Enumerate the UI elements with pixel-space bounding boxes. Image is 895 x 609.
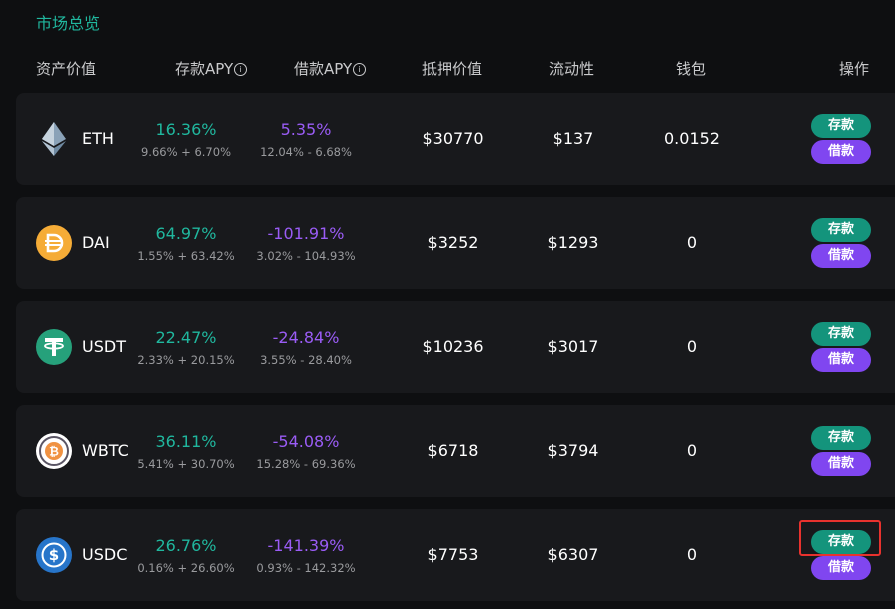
eth-icon (36, 121, 72, 157)
wallet-balance: 0 (686, 337, 698, 356)
table-row: ETH 16.36% 9.66% + 6.70% 5.35% 12.04% - … (16, 93, 895, 185)
table-row: DAI 64.97% 1.55% + 63.42% -101.91% 3.02%… (16, 197, 895, 289)
collateral-value: $7753 (427, 545, 479, 564)
deposit-button[interactable]: 存款 (811, 322, 871, 346)
borrow-apy-cell: 5.35% 12.04% - 6.68% (246, 120, 366, 160)
usdc-icon: $ (36, 537, 72, 573)
borrow-apy-value: -54.08% (272, 432, 340, 451)
asset-name: ETH (82, 129, 114, 148)
supply-apy-value: 16.36% (155, 120, 217, 139)
borrow-apy-detail: 3.02% - 104.93% (256, 249, 356, 263)
borrow-button[interactable]: 借款 (811, 556, 871, 580)
supply-apy-cell: 64.97% 1.55% + 63.42% (126, 224, 246, 264)
borrow-apy-value: 5.35% (280, 120, 332, 139)
svg-text:₿: ₿ (49, 445, 59, 459)
supply-apy-detail: 2.33% + 20.15% (137, 353, 235, 367)
wbtc-icon: ₿ (36, 433, 72, 469)
collateral-value: $30770 (422, 129, 484, 148)
header-wallet: 钱包 (676, 60, 707, 78)
wallet-balance: 0 (686, 233, 698, 252)
wallet-balance: 0 (686, 441, 698, 460)
highlight-box (799, 520, 881, 556)
table-row: $ USDC 26.76% 0.16% + 26.60% -141.39% 0.… (16, 509, 895, 601)
header-asset-value: 资产价值 (36, 60, 97, 78)
borrow-apy-detail: 0.93% - 142.32% (256, 561, 356, 575)
supply-apy-cell: 26.76% 0.16% + 26.60% (126, 536, 246, 576)
liquidity-value: $3794 (547, 441, 599, 460)
borrow-button[interactable]: 借款 (811, 244, 871, 268)
header-liquidity: 流动性 (549, 60, 595, 78)
supply-apy-value: 64.97% (155, 224, 217, 243)
borrow-apy-value: -24.84% (272, 328, 340, 347)
supply-apy-cell: 16.36% 9.66% + 6.70% (126, 120, 246, 160)
supply-apy-cell: 36.11% 5.41% + 30.70% (126, 432, 246, 472)
borrow-button[interactable]: 借款 (811, 140, 871, 164)
table-row: USDT 22.47% 2.33% + 20.15% -24.84% 3.55%… (16, 301, 895, 393)
supply-apy-value: 26.76% (155, 536, 217, 555)
borrow-button[interactable]: 借款 (811, 348, 871, 372)
asset-name: DAI (82, 233, 110, 252)
header-borrow-apy: 借款APY i (294, 58, 367, 79)
page-title: 市场总览 (36, 14, 101, 33)
liquidity-value: $1293 (547, 233, 599, 252)
usdt-icon (36, 329, 72, 365)
collateral-value: $6718 (427, 441, 479, 460)
info-icon[interactable]: i (234, 63, 248, 76)
borrow-apy-detail: 12.04% - 6.68% (260, 145, 352, 159)
borrow-apy-value: -101.91% (267, 224, 345, 243)
header-actions: 操作 (839, 60, 870, 78)
borrow-apy-detail: 15.28% - 69.36% (256, 457, 356, 471)
deposit-button[interactable]: 存款 (811, 218, 871, 242)
wallet-balance: 0.0152 (664, 129, 720, 148)
liquidity-value: $6307 (547, 545, 599, 564)
liquidity-value: $3017 (547, 337, 599, 356)
borrow-button[interactable]: 借款 (811, 452, 871, 476)
wallet-balance: 0 (686, 545, 698, 564)
header-collateral-value: 抵押价值 (422, 60, 483, 78)
table-header: 资产价值 存款APY i 借款APY i 抵押价值 流动性 钱包 操作 (0, 58, 895, 80)
asset-name: WBTC (82, 441, 129, 460)
borrow-apy-value: -141.39% (267, 536, 345, 555)
supply-apy-detail: 0.16% + 26.60% (137, 561, 235, 575)
supply-apy-detail: 9.66% + 6.70% (140, 145, 231, 159)
deposit-button[interactable]: 存款 (811, 114, 871, 138)
liquidity-value: $137 (552, 129, 594, 148)
borrow-apy-cell: -141.39% 0.93% - 142.32% (246, 536, 366, 576)
dai-icon (36, 225, 72, 261)
supply-apy-cell: 22.47% 2.33% + 20.15% (126, 328, 246, 368)
deposit-button[interactable]: 存款 (811, 426, 871, 450)
supply-apy-value: 22.47% (155, 328, 217, 347)
collateral-value: $10236 (422, 337, 484, 356)
collateral-value: $3252 (427, 233, 479, 252)
borrow-apy-cell: -54.08% 15.28% - 69.36% (246, 432, 366, 472)
table-row: ₿ WBTC 36.11% 5.41% + 30.70% -54.08% 15.… (16, 405, 895, 497)
supply-apy-value: 36.11% (155, 432, 217, 451)
asset-name: USDC (82, 545, 128, 564)
svg-text:$: $ (49, 546, 59, 564)
borrow-apy-detail: 3.55% - 28.40% (260, 353, 352, 367)
supply-apy-detail: 5.41% + 30.70% (137, 457, 235, 471)
info-icon[interactable]: i (353, 63, 367, 76)
supply-apy-detail: 1.55% + 63.42% (137, 249, 235, 263)
borrow-apy-cell: -24.84% 3.55% - 28.40% (246, 328, 366, 368)
borrow-apy-cell: -101.91% 3.02% - 104.93% (246, 224, 366, 264)
header-supply-apy: 存款APY i (175, 58, 248, 79)
asset-name: USDT (82, 337, 126, 356)
